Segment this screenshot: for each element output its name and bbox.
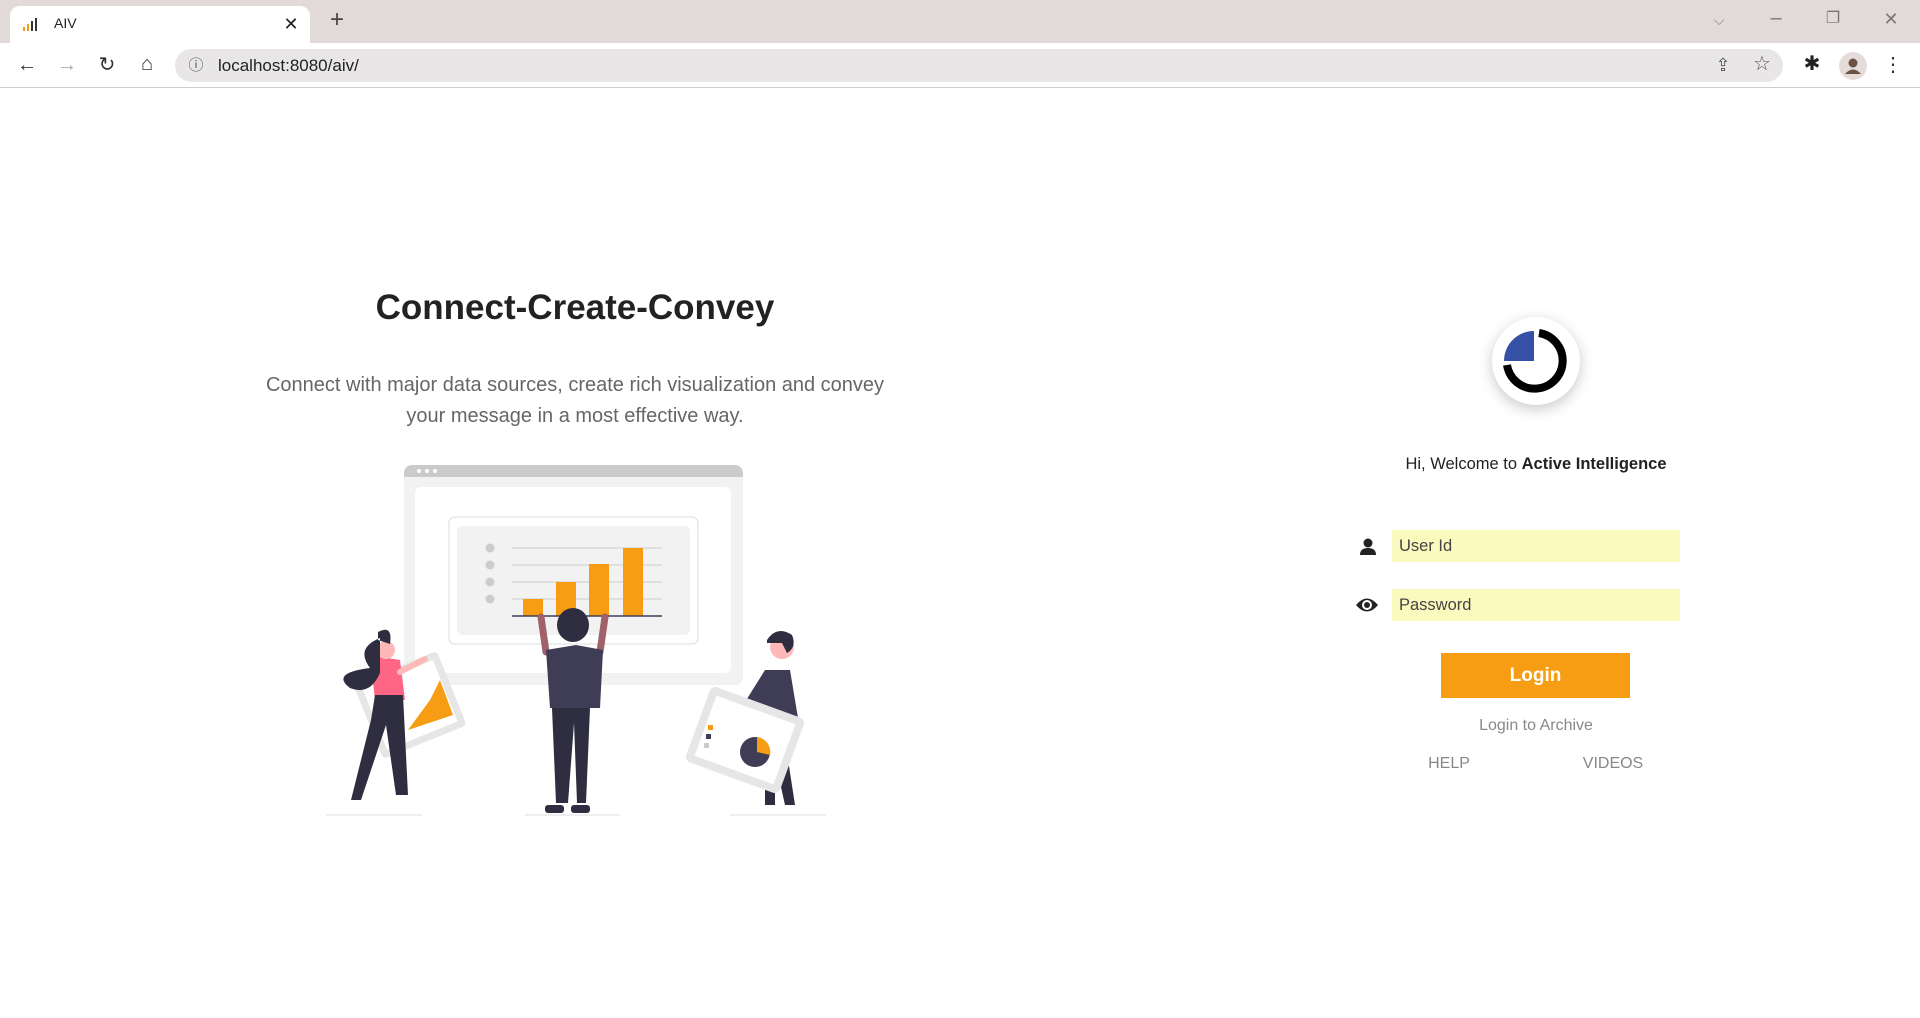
login-to-archive-link[interactable]: Login to Archive xyxy=(1436,717,1636,735)
info-icon[interactable]: ⓘ xyxy=(183,56,209,76)
home-icon[interactable]: ⌂ xyxy=(134,54,160,74)
chevron-down-icon[interactable]: ⌵ xyxy=(1706,10,1732,30)
tab-aiv[interactable]: AIV ✕ xyxy=(10,6,310,43)
videos-link[interactable]: VIDEOS xyxy=(1573,755,1653,773)
login-button[interactable]: Login xyxy=(1441,653,1630,698)
minimize-icon[interactable]: – xyxy=(1763,8,1789,28)
share-icon[interactable]: ⇪ xyxy=(1710,55,1736,75)
address-bar[interactable]: ⓘ localhost:8080/aiv/ ⇪ ☆ xyxy=(175,49,1783,82)
user-id-input[interactable] xyxy=(1392,530,1680,562)
profile-icon[interactable] xyxy=(1839,52,1867,80)
user-icon xyxy=(1360,538,1376,555)
forward-icon[interactable]: → xyxy=(54,55,80,75)
back-icon[interactable]: ← xyxy=(14,55,40,75)
window-close-icon[interactable]: ✕ xyxy=(1878,9,1904,29)
plus-icon[interactable]: + xyxy=(324,8,350,32)
eye-icon[interactable] xyxy=(1355,595,1379,615)
tab-title: AIV xyxy=(54,15,77,31)
hero-subtitle: Connect with major data sources, create … xyxy=(225,370,925,432)
subtitle-line: your message in a most effective way. xyxy=(406,405,744,427)
close-icon[interactable]: ✕ xyxy=(278,14,304,34)
active-intelligence-logo xyxy=(1492,317,1580,405)
welcome-text: Hi, Welcome to Active Intelligence xyxy=(1336,455,1736,474)
menu-icon[interactable]: ⋮ xyxy=(1880,55,1906,75)
star-icon[interactable]: ☆ xyxy=(1749,54,1775,74)
password-input[interactable] xyxy=(1392,589,1680,621)
browser-toolbar: ← → ↻ ⌂ ⓘ localhost:8080/aiv/ ⇪ ☆ ✱ ⋮ xyxy=(0,43,1920,88)
extensions-icon[interactable]: ✱ xyxy=(1799,54,1825,74)
analytics-illustration xyxy=(326,465,826,816)
welcome-prefix: Hi, Welcome to xyxy=(1405,455,1522,473)
brand-name: Active Intelligence xyxy=(1521,455,1667,473)
help-link[interactable]: HELP xyxy=(1409,755,1489,773)
bar-chart-favicon xyxy=(23,18,37,31)
hero-title: Connect-Create-Convey xyxy=(375,288,775,327)
subtitle-line: Connect with major data sources, create … xyxy=(265,374,885,396)
reload-icon[interactable]: ↻ xyxy=(94,55,120,75)
url-text[interactable]: localhost:8080/aiv/ xyxy=(218,56,359,76)
restore-icon[interactable]: ❐ xyxy=(1820,9,1846,29)
tab-strip: AIV ✕ + ⌵ – ❐ ✕ xyxy=(0,0,1920,43)
